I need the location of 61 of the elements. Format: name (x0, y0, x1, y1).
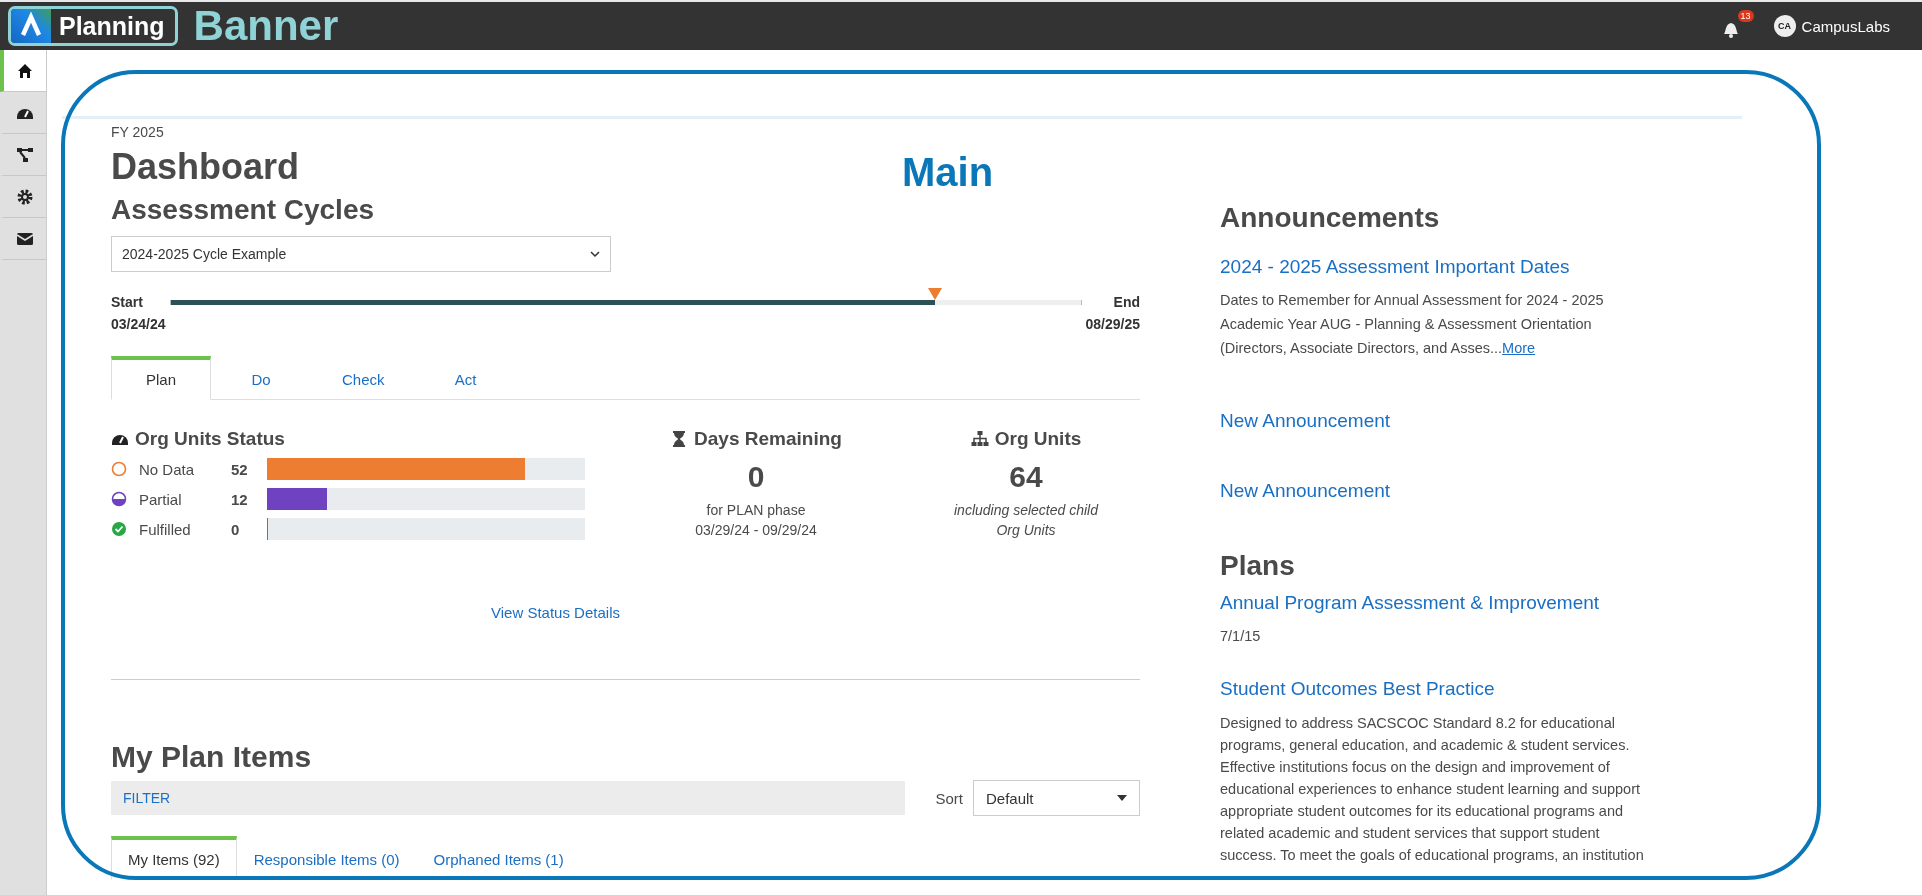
section-heading: My Plan Items (111, 740, 312, 774)
announcement-link[interactable]: New Announcement (1220, 410, 1690, 432)
phase-tab[interactable]: Check (311, 356, 416, 400)
timeline-start-label: Start (111, 294, 144, 310)
phase-tab[interactable]: Do (211, 356, 311, 400)
section-heading: Assessment Cycles (111, 194, 375, 226)
days-value: 0 (746, 460, 766, 494)
hierarchy-icon (16, 145, 34, 164)
status-label: No Data (139, 460, 196, 478)
user-name[interactable]: CampusLabs (1801, 17, 1890, 35)
caret-icon (1117, 795, 1127, 801)
plan-link[interactable]: Annual Program Assessment & Improvement (1220, 592, 1690, 614)
plan-link[interactable]: Student Outcomes Best Practice (1220, 678, 1690, 700)
stat-heading: Org Units Status (135, 428, 285, 450)
org-units-value: 64 (1008, 460, 1044, 494)
items-tab[interactable]: Orphaned Items (1) (416, 836, 581, 880)
announcement-link[interactable]: 2024 - 2025 Assessment Important Dates (1220, 256, 1690, 278)
app-logo[interactable]: Planning (8, 6, 178, 46)
annotation-label: Banner (193, 2, 339, 50)
notification-button[interactable]: 13 (1717, 10, 1754, 42)
filter-bar[interactable]: FILTER (111, 781, 905, 815)
section-heading: Announcements (1220, 202, 1440, 234)
stat-heading: Days Remaining (694, 428, 842, 450)
days-caption: for PLAN phase (705, 501, 807, 520)
status-label: Fulfilled (139, 520, 192, 538)
plan-date: 7/1/15 (1220, 628, 1262, 644)
items-tab[interactable]: Responsible Items (0) (236, 836, 417, 880)
org-units-caption: including selected child Org Units (953, 501, 1100, 540)
home-icon (16, 61, 34, 80)
plan-description: Designed to address SACSCOC Standard 8.2 for educational programs, general education, and academic & student services. Effective institutions focus on the design and improvement of educational experiences to enhance student learning and support appropriate student outcomes for its educational programs and related academic and student services that support student success. To meet the goals of educational programs, an institution (1220, 714, 1645, 865)
view-status-details-link[interactable]: View Status Details (491, 604, 760, 621)
status-count: 0 (231, 520, 241, 538)
logo-icon (11, 9, 51, 43)
phase-tab[interactable]: Plan (111, 356, 211, 400)
phase-date-range: 03/29/24 - 09/29/24 (694, 521, 818, 540)
status-count: 52 (231, 460, 249, 478)
settings-icon (16, 187, 34, 206)
user-avatar[interactable]: CA (1773, 15, 1796, 37)
status-count: 12 (231, 490, 249, 508)
app-name: Planning (58, 11, 166, 41)
announcement-link[interactable]: New Announcement (1220, 480, 1690, 502)
sort-select[interactable]: Default (973, 780, 1140, 816)
timeline-end-date: 08/29/25 (1085, 316, 1140, 332)
phase-tab[interactable]: Act (415, 356, 516, 400)
cycle-select[interactable]: 2024-2025 Cycle Example (111, 236, 611, 272)
annotation-label: Main (902, 150, 994, 195)
status-label: Partial (139, 490, 183, 508)
timeline-end-label: End (1113, 294, 1140, 310)
section-heading: Plans (1220, 550, 1295, 582)
items-tab[interactable]: My Items (92) (111, 836, 237, 880)
fiscal-year: FY 2025 (111, 124, 165, 140)
hierarchy-icon (970, 430, 989, 448)
stat-heading: Org Units (994, 428, 1082, 450)
more-link[interactable]: More (1502, 340, 1536, 356)
page-title: Dashboard (111, 146, 300, 188)
notification-badge: 13 (1737, 10, 1754, 22)
announcement-text: Dates to Remember for Annual Assessment for 2024 - 2025 Academic Year AUG - Planning & Assessment Orientation (Directors, Associate Directors, and Asses...More (1220, 291, 1605, 358)
sidebar-item[interactable] (0, 50, 46, 92)
timeline-start-date: 03/24/24 (111, 316, 166, 332)
chevron-icon (590, 249, 600, 259)
sort-label: Sort (935, 789, 963, 807)
